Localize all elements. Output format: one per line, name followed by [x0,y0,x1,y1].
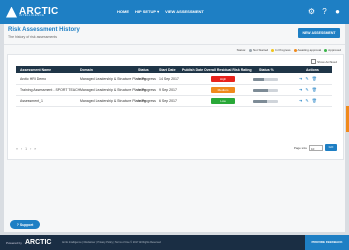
nav-home[interactable]: HOME [117,9,129,14]
col-assessment-name[interactable]: Assessment Name [20,68,51,72]
row-actions: ➜ ✎ 🗑 [299,76,317,81]
assessment-table-panel: Show Archived Assessment Name Domain Sta… [7,54,344,160]
row-status: In Progress [138,77,156,81]
page-size-label: Page size [293,145,307,150]
status-progress-bar [253,99,278,103]
page-size-control: Page size 10 GO [294,144,337,151]
legend-item: Approved [324,48,341,52]
row-domain: Managed Leadership & Structure Planning [80,88,146,92]
table-header: Assessment Name Domain Status Start Date… [16,66,332,73]
footer-copyright[interactable]: Arctic Intelligence | Disclaimer | Priva… [62,241,161,244]
row-name[interactable]: Arctic HRI Demo [20,77,46,81]
show-archived-checkbox[interactable] [311,59,317,64]
new-assessment-button[interactable]: NEW ASSESSMENT [298,28,340,38]
progress-fill [253,99,267,103]
help-circle-icon: ? [16,222,19,227]
row-name[interactable]: Assessment_1 [20,99,43,103]
col-risk-rating[interactable]: Overall Residual Risk Rating [204,68,252,72]
edit-icon[interactable]: ✎ [305,98,308,103]
powered-by: Powered by [6,241,22,245]
pagination: « ‹ 1 › » [16,147,36,151]
first-page-button[interactable]: « [16,147,18,151]
row-start-date: 14 Sep 2017 [159,77,179,81]
footer: Powered by ARCTIC Arctic Intelligence | … [0,235,349,250]
view-icon[interactable]: ➜ [299,76,302,81]
main-nav: HOME HIP SETUP ▾ VIEW ASSESSMENT [117,9,204,14]
footer-logo: ARCTIC [25,239,52,246]
support-button[interactable]: ? Support [10,220,40,229]
col-publish-date[interactable]: Publish Date [182,68,203,72]
settings-icon[interactable]: ⚙ [307,7,316,16]
status-progress-bar [253,88,278,92]
table-row[interactable]: Assessment_1 Managed Leadership & Struct… [16,96,332,107]
divider [4,44,345,45]
logo-mountain-icon [6,6,17,18]
top-navigation-bar: ARCTIC INTELLIGENCE HOME HIP SETUP ▾ VIE… [0,0,349,24]
go-button[interactable]: GO [325,144,337,151]
logo-tagline: INTELLIGENCE [19,13,45,17]
progress-fill [253,77,265,81]
prev-page-button[interactable]: ‹ [21,147,22,151]
view-icon[interactable]: ➜ [299,98,302,103]
provide-feedback-button[interactable]: PROVIDE FEEDBACK [305,235,349,250]
last-page-button[interactable]: » [34,147,36,151]
legend-item: In Progress [271,48,291,52]
table-row[interactable]: Training Assessment - SPORT TEACH Manage… [16,85,332,96]
nav-view-assessment[interactable]: VIEW ASSESSMENT [165,9,204,14]
page-size-select[interactable]: 10 [309,144,323,151]
user-icon[interactable]: ● [333,7,342,16]
col-start-date[interactable]: Start Date [159,68,176,72]
row-status: In Progress [138,88,156,92]
legend-item: Awaiting approval [293,48,321,52]
risk-rating-badge: Medium [211,86,235,93]
status-progress-bar [253,77,278,81]
show-archived-label: Show Archived [317,59,337,64]
edit-icon[interactable]: ✎ [305,87,308,92]
row-name[interactable]: Training Assessment - SPORT TEACH [20,88,80,92]
row-actions: ➜ ✎ 🗑 [299,98,317,103]
page-subtitle: The history of risk assessments [8,35,58,39]
row-status: In Progress [138,99,156,103]
help-icon[interactable]: ? [320,7,329,16]
risk-rating-badge: High [211,75,235,82]
top-icons: ⚙ ? ● [307,7,342,16]
risk-rating-badge: Low [211,97,235,104]
page-number[interactable]: 1 [25,147,27,151]
row-start-date: 6 Sep 2017 [159,99,177,103]
delete-icon[interactable]: 🗑 [312,76,317,81]
page-title: Risk Assessment History [8,27,80,33]
col-domain[interactable]: Domain [80,68,93,72]
row-domain: Managed Leadership & Structure Planning [80,77,146,81]
row-actions: ➜ ✎ 🗑 [299,87,317,92]
progress-fill [253,88,268,92]
support-label: Support [19,222,34,227]
table-row[interactable]: Arctic HRI Demo Managed Leadership & Str… [16,74,332,85]
legend-label: Status: [236,48,246,52]
edit-icon[interactable]: ✎ [305,76,308,81]
col-status-percent[interactable]: Status % [259,68,274,72]
col-actions: Actions [306,67,319,72]
view-icon[interactable]: ➜ [299,87,302,92]
legend-item: Not Started [248,48,268,52]
row-start-date: 9 Sep 2017 [159,88,177,92]
main-content: Risk Assessment History The history of r… [4,24,345,232]
next-page-button[interactable]: › [30,147,31,151]
nav-hip-setup[interactable]: HIP SETUP ▾ [135,9,159,14]
delete-icon[interactable]: 🗑 [312,87,317,92]
status-legend: Status: Not Started In Progress Awaiting… [237,48,341,52]
show-archived-toggle[interactable]: Show Archived [311,59,337,64]
row-domain: Managed Leadership & Structure Planning [80,99,146,103]
col-status[interactable]: Status [138,68,149,72]
delete-icon[interactable]: 🗑 [312,98,317,103]
